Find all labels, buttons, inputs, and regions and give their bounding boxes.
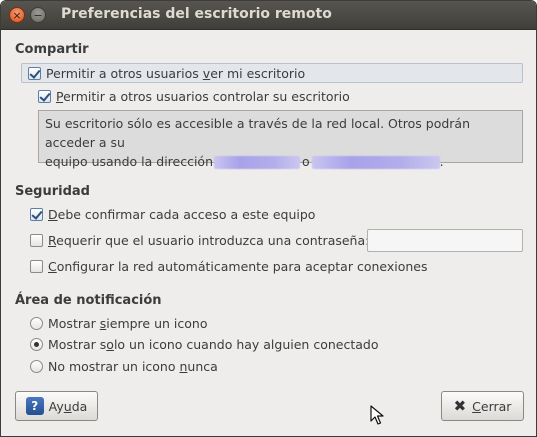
allow-control-label: Permitir a otros usuarios controlar su e… xyxy=(56,88,350,104)
close-x-icon: ✖ xyxy=(453,397,467,415)
allow-view-checkbox-row[interactable]: Permitir a otros usuarios ver mi escrito… xyxy=(21,63,523,83)
confirm-access-checkbox[interactable] xyxy=(30,207,43,221)
auto-network-checkbox-row[interactable]: Configurar la red automáticamente para a… xyxy=(30,256,428,276)
always-show-icon-label: Mostrar siempre un icono xyxy=(48,315,208,331)
close-button-label: Cerrar xyxy=(472,398,512,414)
redacted-address-1 xyxy=(214,156,301,169)
notification-heading: Área de notificación xyxy=(15,293,162,308)
auto-network-checkbox[interactable] xyxy=(30,259,43,273)
confirm-access-label: Debe confirmar cada acceso a este equipo xyxy=(48,206,316,222)
mouse-pointer-icon xyxy=(370,405,384,425)
redacted-address-2 xyxy=(311,156,440,169)
help-button-label: Ayuda xyxy=(48,398,88,414)
access-info-line-1: Su escritorio sólo es accesible a través… xyxy=(45,116,471,150)
title-bar[interactable]: × − Preferencias del escritorio remoto xyxy=(1,1,536,30)
window-minimize-icon[interactable]: − xyxy=(30,7,46,23)
window-title: Preferencias del escritorio remoto xyxy=(61,6,332,22)
always-show-icon-radio[interactable] xyxy=(30,316,43,330)
require-password-label: Requerir que el usuario introduzca una c… xyxy=(48,232,370,248)
security-heading: Seguridad xyxy=(15,184,90,199)
share-heading: Compartir xyxy=(15,42,89,57)
require-password-checkbox[interactable] xyxy=(30,233,43,247)
close-button[interactable]: ✖ Cerrar xyxy=(441,391,524,421)
window-close-icon[interactable]: × xyxy=(9,7,25,23)
confirm-access-checkbox-row[interactable]: Debe confirmar cada acceso a este equipo xyxy=(30,204,315,224)
remote-desktop-preferences-window: × − Preferencias del escritorio remoto C… xyxy=(0,0,537,437)
allow-view-checkbox[interactable] xyxy=(28,66,41,80)
help-icon: ? xyxy=(25,397,44,415)
never-show-icon-radio-row[interactable]: No mostrar un icono nunca xyxy=(30,356,218,376)
show-when-connected-radio-row[interactable]: Mostrar solo un icono cuando hay alguien… xyxy=(30,334,378,354)
access-info-box: Su escritorio sólo es accesible a través… xyxy=(38,110,523,169)
allow-view-label: Permitir a otros usuarios ver mi escrito… xyxy=(46,65,306,81)
always-show-icon-radio-row[interactable]: Mostrar siempre un icono xyxy=(30,313,207,333)
password-input[interactable] xyxy=(367,229,523,252)
allow-control-checkbox-row[interactable]: Permitir a otros usuarios controlar su e… xyxy=(38,86,350,106)
require-password-checkbox-row[interactable]: Requerir que el usuario introduzca una c… xyxy=(30,230,369,250)
access-info-line-2: equipo usando la dirección o. xyxy=(45,154,444,169)
auto-network-label: Configurar la red automáticamente para a… xyxy=(48,258,428,274)
show-when-connected-radio[interactable] xyxy=(30,337,43,351)
help-button[interactable]: ? Ayuda xyxy=(15,391,98,421)
allow-control-checkbox[interactable] xyxy=(38,89,51,103)
never-show-icon-radio[interactable] xyxy=(30,359,43,373)
show-when-connected-label: Mostrar solo un icono cuando hay alguien… xyxy=(48,336,379,352)
never-show-icon-label: No mostrar un icono nunca xyxy=(48,358,218,374)
